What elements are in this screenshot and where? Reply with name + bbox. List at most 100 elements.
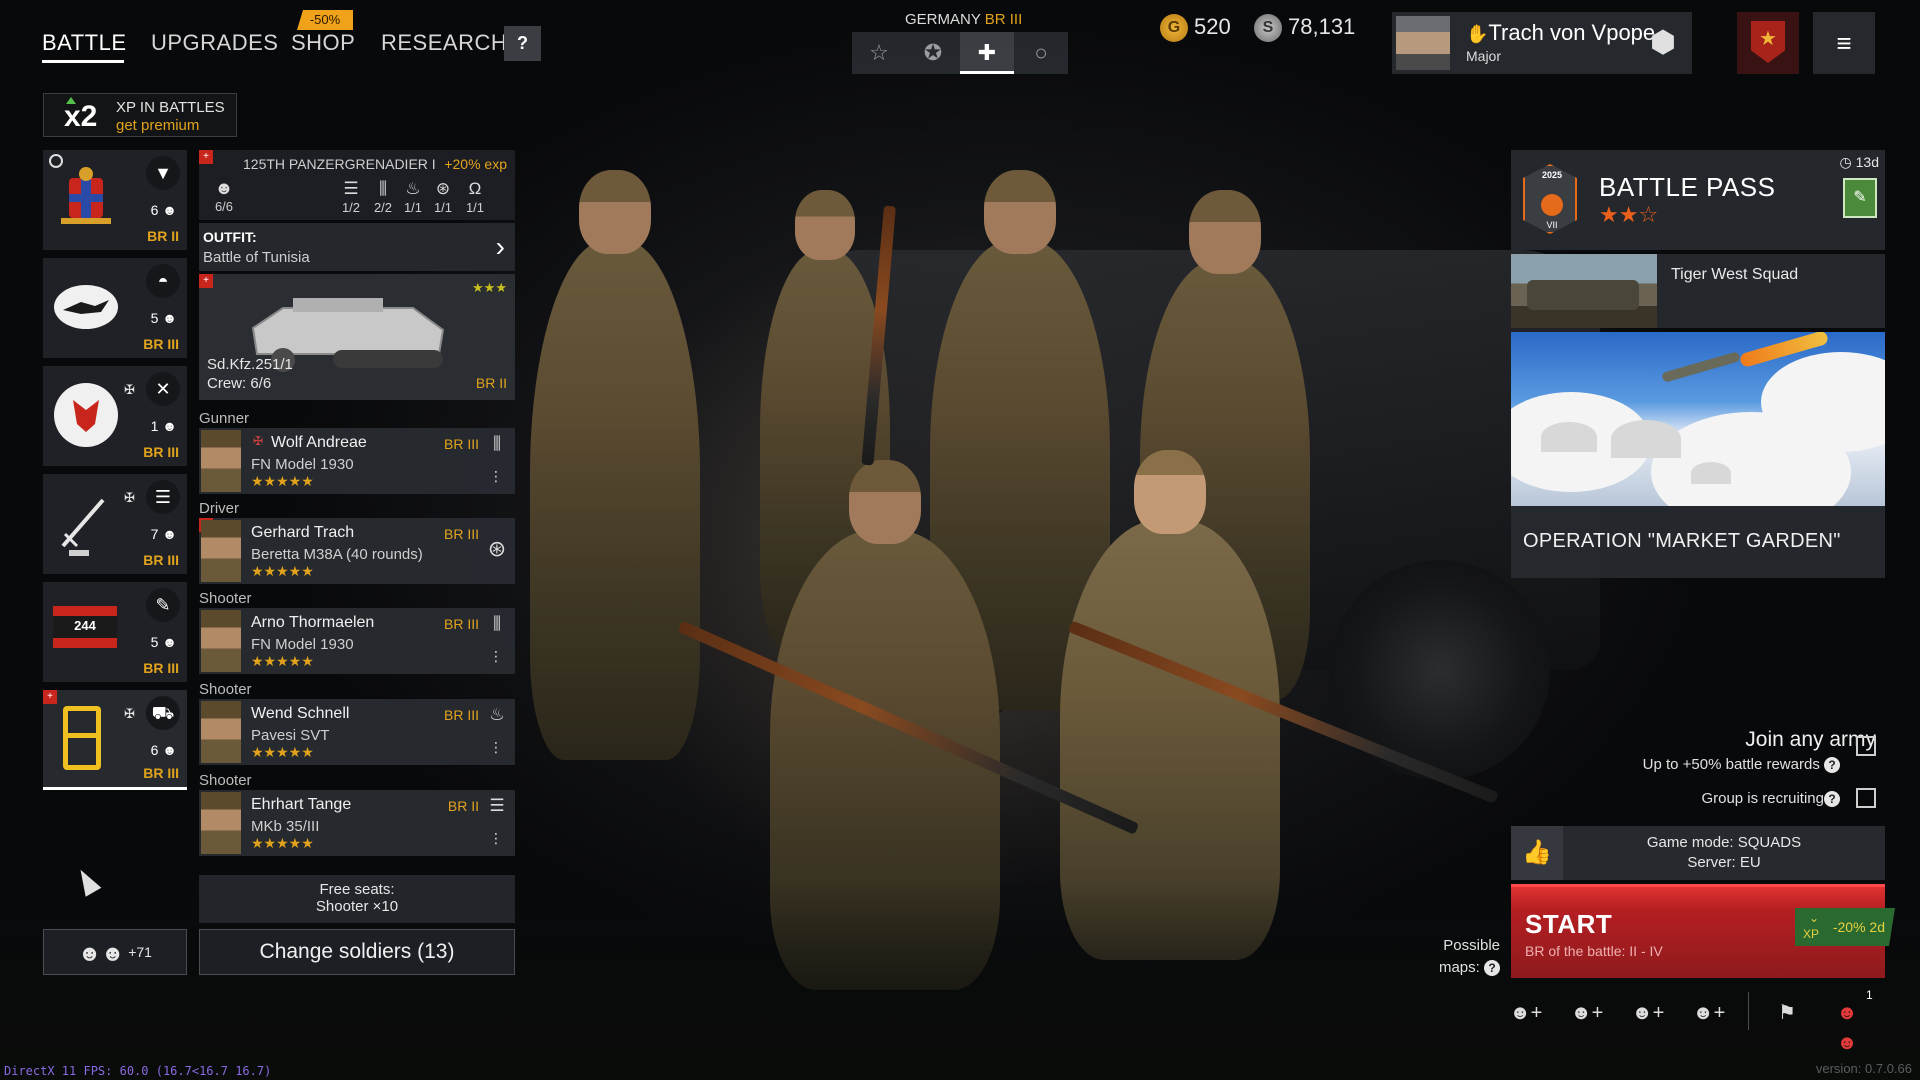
invite-player-icon[interactable]: ☻+ xyxy=(1692,998,1726,1028)
circle-icon[interactable]: ○ xyxy=(1014,32,1068,74)
help-button[interactable]: ? xyxy=(504,26,541,61)
menu-hamburger-icon[interactable]: ≡ xyxy=(1813,12,1875,74)
party-icon[interactable]: ☻☻ xyxy=(1830,998,1864,1054)
silver-currency[interactable]: S 78,131 xyxy=(1254,14,1355,43)
squad-card[interactable]: ◓ 5 ☻ BR III xyxy=(43,258,187,358)
battle-pass-timer: ◷ 13d xyxy=(1839,154,1879,170)
assault-icon: ☰ xyxy=(343,179,359,198)
xp-multiplier: x2 xyxy=(64,100,98,133)
xp-promo-text: XP IN BATTLES xyxy=(116,99,225,116)
invite-player-icon[interactable]: ☻+ xyxy=(1570,998,1604,1028)
soldier-portrait xyxy=(201,792,241,854)
squad-card[interactable]: 244 ✎ 5 ☻ BR III xyxy=(43,582,187,682)
person-icon: ☻ xyxy=(214,178,234,198)
battle-pass-card[interactable]: 2025 VII BATTLE PASS ★★☆ ◷ 13d ✎ xyxy=(1511,150,1885,250)
outfit-selector[interactable]: OUTFIT: Battle of Tunisia › xyxy=(199,223,515,271)
tab-upgrades[interactable]: UPGRADES xyxy=(151,30,278,56)
star-outline-icon[interactable]: ☆ xyxy=(852,32,906,74)
more-options-icon[interactable]: ⋮ xyxy=(489,468,503,485)
game-mode-panel[interactable]: 👍 Game mode: SQUADS Server: EU xyxy=(1511,826,1885,880)
soldier-portrait xyxy=(201,430,241,492)
steering-wheel-icon: ⊛ xyxy=(435,179,451,198)
new-badge: + xyxy=(199,150,213,164)
flag-icon[interactable]: ⚑ xyxy=(1770,998,1804,1028)
profile-rank: Major xyxy=(1466,48,1502,64)
invite-player-icon[interactable]: ☻+ xyxy=(1631,998,1665,1028)
role-label: Shooter xyxy=(199,590,252,607)
role-label: Gunner xyxy=(199,410,250,427)
group-recruiting-checkbox[interactable] xyxy=(1856,788,1876,808)
soldier-portrait xyxy=(201,520,241,582)
tiger-squad-promo[interactable]: Tiger West Squad xyxy=(1511,254,1885,328)
change-soldiers-button[interactable]: Change soldiers (13) xyxy=(199,929,515,975)
germany-cross-icon[interactable]: ✚ xyxy=(960,32,1014,74)
star-badge-icon[interactable]: ✪ xyxy=(906,32,960,74)
soldier-row[interactable]: ✠ Wolf Andreae FN Model 1930 ★★★★★ BR II… xyxy=(199,428,515,494)
soldier-stars: ★★★★★ xyxy=(251,744,314,760)
slot-gunner: ⫼ 2/2 xyxy=(369,178,397,215)
more-options-icon[interactable]: ⋮ xyxy=(489,648,503,665)
chevron-down-icon: ⌄ XP xyxy=(1803,911,1820,941)
possible-maps-label[interactable]: Possible maps: ? xyxy=(1420,935,1500,979)
military-rank-button[interactable]: ★ xyxy=(1737,12,1799,74)
squad-card-selected[interactable]: + ✠ ⛟ 6 ☻ BR III xyxy=(43,690,187,790)
soldier-row[interactable]: + Gerhard Trach Beretta M38A (40 rounds)… xyxy=(199,518,515,584)
tab-shop[interactable]: SHOP xyxy=(291,30,355,56)
help-icon[interactable]: ? xyxy=(1824,757,1840,774)
more-options-icon[interactable]: ⋮ xyxy=(489,830,503,847)
slot-radio: Ω 1/1 xyxy=(461,178,489,215)
soldier-row[interactable]: Ehrhart Tange MKb 35/III ★★★★★ BR II ☰ ⋮ xyxy=(199,790,515,856)
invite-player-icon[interactable]: ☻+ xyxy=(1509,998,1543,1028)
soldier-weapon: FN Model 1930 xyxy=(251,636,354,653)
squad-br: BR III xyxy=(143,660,179,676)
vehicle-name: Sd.Kfz.251/1 xyxy=(207,356,293,373)
soldier-weapon: FN Model 1930 xyxy=(251,456,354,473)
soldier-weapon: Pavesi SVT xyxy=(251,727,330,744)
hand-icon: ✋ xyxy=(1466,24,1489,44)
tab-research[interactable]: RESEARCH xyxy=(381,30,507,56)
more-options-icon[interactable]: ⋮ xyxy=(489,739,503,756)
squad-card[interactable]: ▼ 6 ☻ BR II xyxy=(43,150,187,250)
role-label: Shooter xyxy=(199,681,252,698)
squad-card[interactable]: ✠ ✕ 1 ☻ BR III xyxy=(43,366,187,466)
help-icon[interactable]: ? xyxy=(1824,791,1840,808)
tab-battle[interactable]: BATTLE xyxy=(42,30,127,56)
rank-box-icon[interactable]: ⬢ xyxy=(1640,20,1686,66)
soldier-row[interactable]: Wend Schnell Pavesi SVT ★★★★★ BR III ♨ ⋮ xyxy=(199,699,515,765)
operation-event-card[interactable]: OPERATION "MARKET GARDEN" xyxy=(1511,332,1885,578)
party-count: 1 xyxy=(1866,988,1873,1002)
squad-emblem-fox-icon xyxy=(54,285,118,329)
squad-br: BR II xyxy=(147,228,179,244)
friends-button[interactable]: ☻☻ +71 xyxy=(43,929,187,975)
silver-coin-icon: S xyxy=(1254,14,1282,43)
get-premium-link[interactable]: get premium xyxy=(116,117,199,134)
vehicle-crew: Crew: 6/6 xyxy=(207,375,272,392)
vehicle-card[interactable]: + ★★★ Sd.Kfz.251/1 Crew: 6/6 BR II xyxy=(199,274,515,400)
vehicle-br: BR II xyxy=(475,375,507,391)
assault-icon: ☰ xyxy=(146,480,180,514)
shop-sale-badge: -50% xyxy=(297,10,353,30)
soldier-stars: ★★★★★ xyxy=(251,563,314,579)
gold-currency[interactable]: G 520 xyxy=(1160,14,1231,43)
soldier-row[interactable]: Arno Thormaelen FN Model 1930 ★★★★★ BR I… xyxy=(199,608,515,674)
profile-panel[interactable]: ✋Trach von Vpope Major ⬢ xyxy=(1392,12,1692,74)
soldier-name: Gerhard Trach xyxy=(251,524,355,541)
clock-icon: ◷ xyxy=(1839,154,1852,170)
outfit-value: Battle of Tunisia xyxy=(203,249,310,266)
squad-card[interactable]: ✠ ☰ 7 ☻ BR III xyxy=(43,474,187,574)
squad-emblem-sword-icon xyxy=(61,498,105,556)
operation-artwork xyxy=(1511,332,1885,506)
squad-soldier-count: 5 ☻ xyxy=(150,310,177,326)
battle-pass-title: BATTLE PASS xyxy=(1599,172,1776,202)
help-icon[interactable]: ? xyxy=(1484,960,1500,977)
squad-detail-header: + 125TH PANZERGRENADIER I +20% exp ☻ 6/6… xyxy=(199,150,515,220)
soldier-name: Arno Thormaelen xyxy=(251,614,375,631)
join-any-army-checkbox[interactable] xyxy=(1856,736,1876,756)
gunner-class-icon: ⫼ xyxy=(493,434,501,453)
promo-title: Tiger West Squad xyxy=(1671,266,1799,283)
xp-premium-promo[interactable]: x2 XP IN BATTLES get premium xyxy=(43,93,237,137)
squad-emblem-red-devil-icon xyxy=(54,383,118,447)
fps-counter: DirectX 11 FPS: 60.0 (16.7<16.7 16.7) xyxy=(4,1064,272,1078)
thumbs-up-icon[interactable]: 👍 xyxy=(1511,826,1563,880)
battle-pass-reward-icon[interactable]: ✎ xyxy=(1843,178,1877,218)
